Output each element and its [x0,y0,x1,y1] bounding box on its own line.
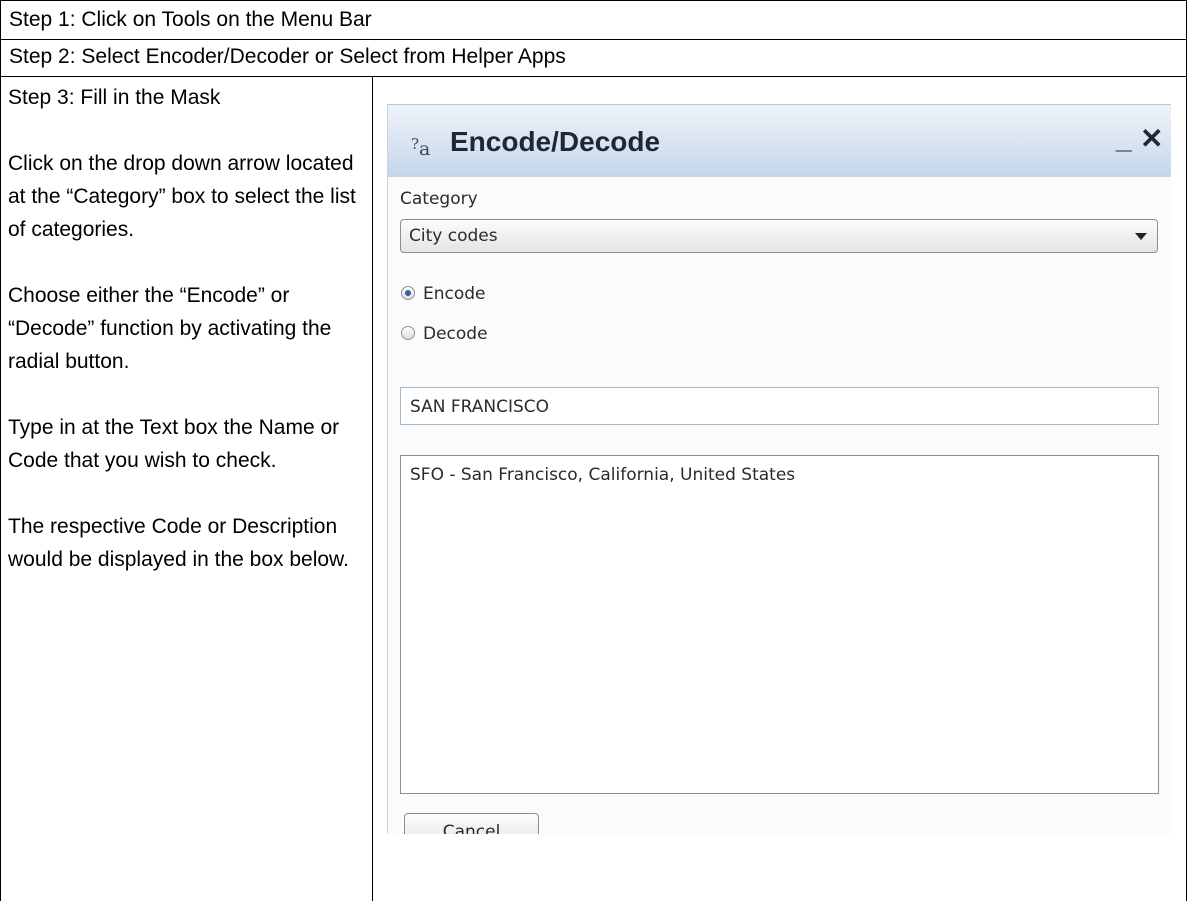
close-button[interactable]: ✕ [1140,124,1163,154]
step3-title: Step 3: Fill in the Mask [8,86,221,109]
decode-radio[interactable] [401,326,415,340]
dialog-header: ?a Encode/Decode _ ✕ [388,104,1171,177]
instruction-mode: Choose either the “Encode” or “Decode” f… [8,284,332,373]
encode-radio[interactable] [401,286,415,300]
minimize-button[interactable]: _ [1116,124,1132,154]
category-select[interactable]: City codes [400,219,1158,253]
step2-row: Step 2: Select Encoder/Decoder or Select… [0,38,1187,77]
category-value: City codes [409,226,498,246]
instruction-text-box: Type in at the Text box the Name or Code… [8,416,340,472]
search-text-input[interactable]: SAN FRANCISCO [400,387,1159,425]
encode-label[interactable]: Encode [423,283,486,305]
encode-decode-dialog: ?a Encode/Decode _ ✕ Category City codes… [387,104,1171,834]
step3-instructions: Step 3: Fill in the Mask Click on the dr… [8,81,368,576]
instruction-document: Step 1: Click on Tools on the Menu Bar S… [0,0,1187,901]
step1-row: Step 1: Click on Tools on the Menu Bar [0,0,1187,40]
search-text-value: SAN FRANCISCO [410,397,550,417]
decode-label[interactable]: Decode [423,323,488,345]
cancel-button[interactable]: Cancel [404,813,539,834]
cancel-label: Cancel [442,822,501,834]
column-divider [372,77,373,901]
step2-text: Step 2: Select Encoder/Decoder or Select… [9,45,566,68]
category-label: Category [400,189,478,209]
instruction-result: The respective Code or Description would… [8,515,349,571]
instruction-category: Click on the drop down arrow located at … [8,152,356,241]
result-list[interactable]: SFO - San Francisco, California, United … [400,455,1159,794]
result-item[interactable]: SFO - San Francisco, California, United … [410,465,795,485]
encode-decode-icon: ?a [411,135,431,160]
dialog-title: Encode/Decode [450,126,661,157]
step1-text: Step 1: Click on Tools on the Menu Bar [9,8,372,31]
dropdown-arrow-icon[interactable] [1135,233,1147,240]
